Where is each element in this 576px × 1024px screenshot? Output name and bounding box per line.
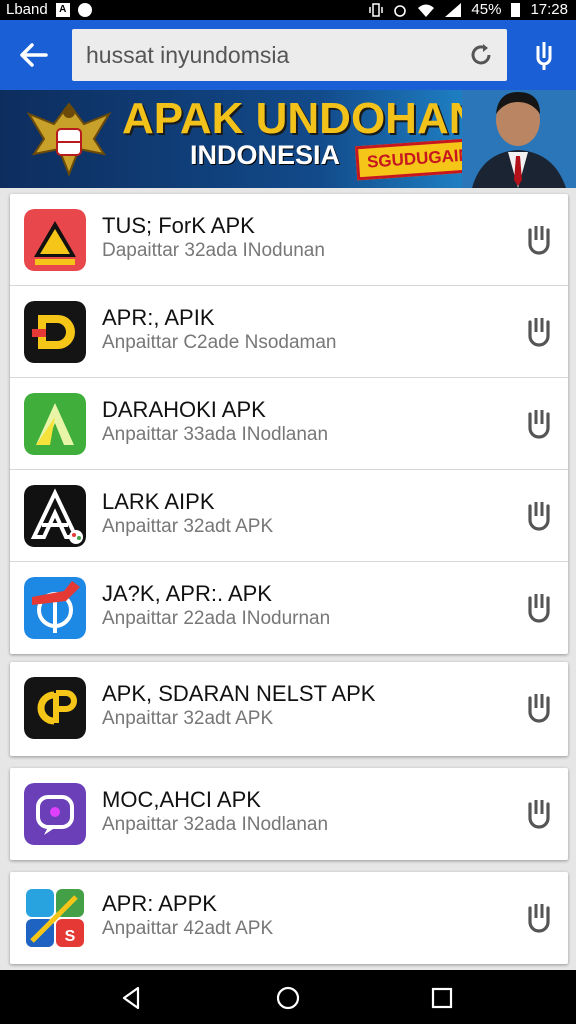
app-subtitle: Anpaittar 22ada INodurnan xyxy=(102,608,331,629)
download-icon[interactable] xyxy=(524,314,554,350)
app-subtitle: Anpaittar C2ade Nsodaman xyxy=(102,332,337,353)
download-icon[interactable] xyxy=(524,406,554,442)
voice-search-icon[interactable] xyxy=(526,38,562,74)
purple-chat-logo-icon xyxy=(24,783,86,845)
download-icon[interactable] xyxy=(524,796,554,832)
app-subtitle: Anpaittar 42adt APK xyxy=(102,918,274,939)
app-subtitle: Dapaittar 32ada INodunan xyxy=(102,240,325,261)
list-group: TUS; ForK APK Dapaittar 32ada INodunan A… xyxy=(10,194,568,654)
battery-icon xyxy=(511,3,521,17)
cp-logo-icon xyxy=(24,677,86,739)
wifi-icon xyxy=(418,4,435,17)
app-title: MOC,AHCI APK xyxy=(102,787,261,812)
app-title: APR: APPK xyxy=(102,891,217,916)
app-title: LARK AIPK xyxy=(102,489,215,514)
garuda-emblem-icon xyxy=(26,102,112,177)
clock: 17:28 xyxy=(530,1,568,18)
d-logo-icon xyxy=(24,301,86,363)
app-title: TUS; ForK APK xyxy=(102,213,255,238)
list-item[interactable]: MOC,AHCI APK Anpaittar 32ada INodlanan xyxy=(10,768,568,860)
list-item[interactable]: S APR: APPK Anpaittar 42adt APK xyxy=(10,872,568,964)
carrier-label: Lband xyxy=(6,1,48,18)
status-bar: Lband A 45% 17:28 xyxy=(0,0,576,20)
list-item[interactable]: APR:, APIK Anpaittar C2ade Nsodaman xyxy=(10,286,568,378)
app-subtitle: Anpaittar 33ada INodlanan xyxy=(102,424,329,445)
blue-tag-logo-icon xyxy=(24,577,86,639)
alarm-icon xyxy=(394,4,407,17)
back-nav-icon[interactable] xyxy=(118,984,146,1012)
app-title: APR:, APIK xyxy=(102,305,215,330)
download-icon[interactable] xyxy=(524,690,554,726)
list-item[interactable]: JA?K, APR:. APK Anpaittar 22ada INodurna… xyxy=(10,562,568,654)
black-a-logo-icon xyxy=(24,485,86,547)
refresh-icon[interactable] xyxy=(467,41,495,69)
app-subtitle: Anpaittar 32adt APK xyxy=(102,708,274,729)
banner-subtitle: INDONESIA xyxy=(190,140,341,170)
search-input[interactable] xyxy=(86,29,456,81)
search-bar[interactable] xyxy=(72,29,507,81)
list-group: S APR: APPK Anpaittar 42adt APK xyxy=(10,872,568,964)
notification-icon: A xyxy=(55,2,70,17)
app-list: TUS; ForK APK Dapaittar 32ada INodunan A… xyxy=(10,194,568,964)
app-title: APK, SDARAN NELST APK xyxy=(102,681,376,706)
svg-text:S: S xyxy=(65,928,76,945)
vibrate-icon xyxy=(369,2,384,17)
list-item[interactable]: APK, SDARAN NELST APK Anpaittar 32adt AP… xyxy=(10,662,568,756)
app-subtitle: Anpaittar 32adt APK xyxy=(102,516,274,537)
colorful-tiles-logo-icon: S xyxy=(24,887,86,949)
person-photo xyxy=(462,90,576,188)
download-icon[interactable] xyxy=(524,222,554,258)
list-group: MOC,AHCI APK Anpaittar 32ada INodlanan xyxy=(10,768,568,860)
circle-notification-icon xyxy=(77,2,92,17)
recents-nav-icon[interactable] xyxy=(428,984,456,1012)
list-item[interactable]: DARAHOKI APK Anpaittar 33ada INodlanan xyxy=(10,378,568,470)
green-a-logo-icon xyxy=(24,393,86,455)
warning-triangle-icon xyxy=(24,209,86,271)
app-title: DARAHOKI APK xyxy=(102,397,266,422)
signal-icon xyxy=(445,2,462,17)
toolbar xyxy=(0,20,576,90)
back-arrow-icon[interactable] xyxy=(14,37,54,73)
banner-title: APAK UNDOHAN xyxy=(122,94,481,143)
download-icon[interactable] xyxy=(524,900,554,936)
app-title: JA?K, APR:. APK xyxy=(102,581,272,606)
promo-banner[interactable]: APAK UNDOHAN INDONESIA SGUDUGAIN xyxy=(0,90,576,188)
list-group: APK, SDARAN NELST APK Anpaittar 32adt AP… xyxy=(10,662,568,756)
list-item[interactable]: TUS; ForK APK Dapaittar 32ada INodunan xyxy=(10,194,568,286)
app-subtitle: Anpaittar 32ada INodlanan xyxy=(102,814,329,835)
navigation-bar xyxy=(0,970,576,1024)
download-icon[interactable] xyxy=(524,590,554,626)
download-icon[interactable] xyxy=(524,498,554,534)
battery-percent: 45% xyxy=(471,1,502,18)
home-nav-icon[interactable] xyxy=(274,984,302,1012)
list-item[interactable]: LARK AIPK Anpaittar 32adt APK xyxy=(10,470,568,562)
